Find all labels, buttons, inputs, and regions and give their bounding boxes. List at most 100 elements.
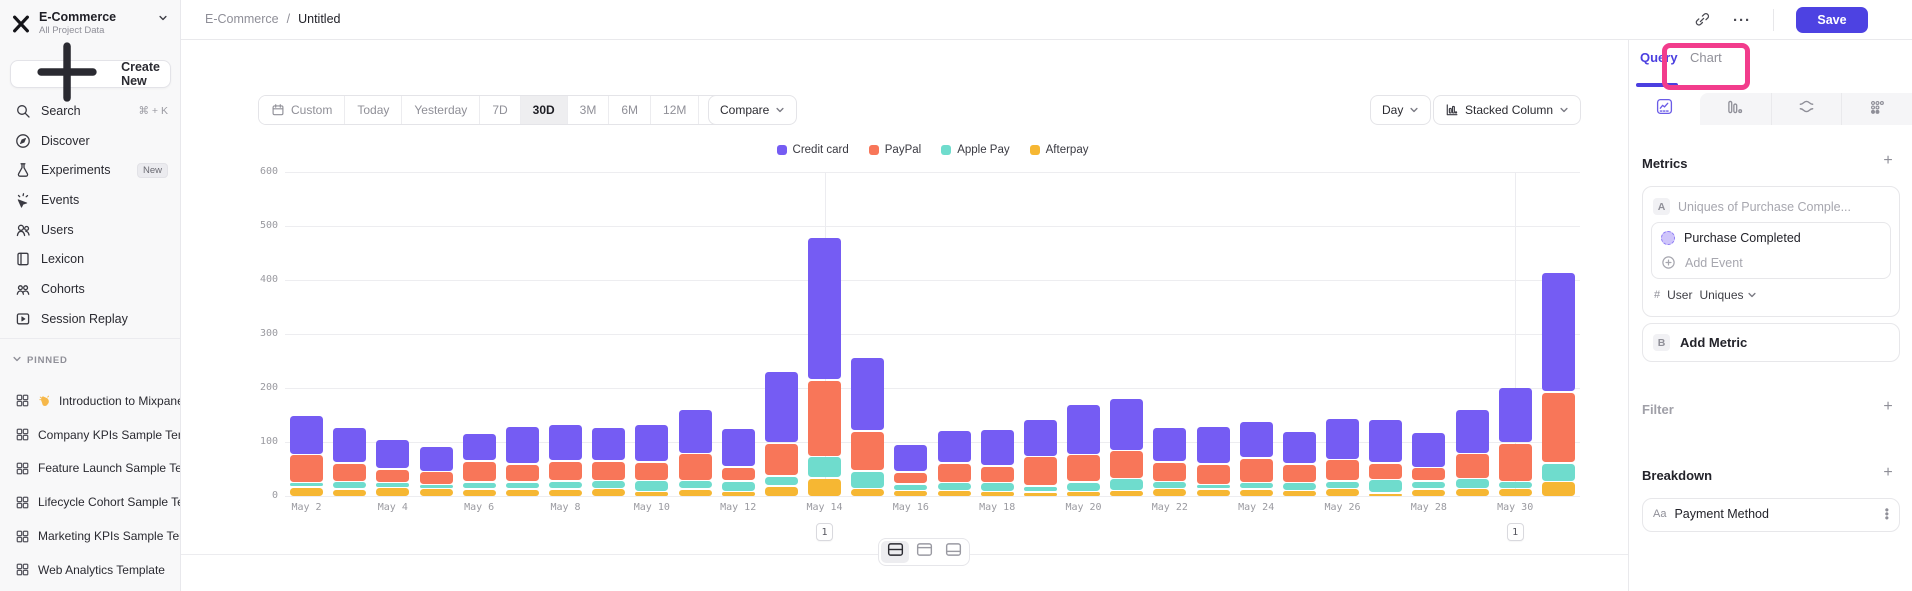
- bar-segment-paypal[interactable]: [463, 462, 496, 482]
- bar-segment-apple-pay[interactable]: [635, 481, 668, 490]
- bar-segment-paypal[interactable]: [635, 463, 668, 480]
- bar-segment-apple-pay[interactable]: [981, 483, 1014, 490]
- bar-segment-afterpay[interactable]: [506, 490, 539, 496]
- bar-segment-apple-pay[interactable]: [463, 483, 496, 489]
- date-range-30d[interactable]: 30D: [521, 96, 568, 124]
- bar-segment-paypal[interactable]: [420, 472, 453, 483]
- bar-segment-afterpay[interactable]: [376, 488, 409, 496]
- bar-segment-apple-pay[interactable]: [765, 477, 798, 485]
- bar-segment-afterpay[interactable]: [549, 490, 582, 496]
- bar-segment-credit-card[interactable]: [1153, 428, 1186, 461]
- legend-item-credit-card[interactable]: Credit card: [777, 144, 849, 156]
- bar-segment-credit-card[interactable]: [549, 425, 582, 461]
- tab-insights[interactable]: [1629, 93, 1700, 125]
- granularity-dropdown[interactable]: Day: [1370, 95, 1431, 125]
- bar-segment-paypal[interactable]: [679, 454, 712, 480]
- bar-segment-credit-card[interactable]: [1456, 410, 1489, 453]
- bar-segment-afterpay[interactable]: [420, 489, 453, 496]
- bar-segment-credit-card[interactable]: [333, 428, 366, 462]
- measure-aggregation-dropdown[interactable]: Uniques: [1699, 288, 1756, 302]
- tab-chart[interactable]: Chart: [1690, 50, 1722, 65]
- bar-segment-credit-card[interactable]: [1369, 420, 1402, 462]
- bar-segment-credit-card[interactable]: [765, 372, 798, 442]
- bar-segment-afterpay[interactable]: [1067, 492, 1100, 496]
- bar-segment-credit-card[interactable]: [679, 410, 712, 453]
- pinned-item-company-kpis-sample-templat[interactable]: Company KPIs Sample Templat: [0, 418, 180, 452]
- bar-segment-afterpay[interactable]: [1542, 482, 1575, 496]
- bar-segment-apple-pay[interactable]: [1024, 487, 1057, 491]
- bar-segment-credit-card[interactable]: [1067, 405, 1100, 454]
- bar-segment-apple-pay[interactable]: [1110, 479, 1143, 489]
- bar-segment-apple-pay[interactable]: [1067, 483, 1100, 491]
- bar-segment-paypal[interactable]: [981, 467, 1014, 482]
- bar-segment-apple-pay[interactable]: [592, 481, 625, 488]
- bar-segment-afterpay[interactable]: [1240, 490, 1273, 496]
- date-range-7d[interactable]: 7D: [480, 96, 520, 124]
- annotation-badge-may-14[interactable]: 1: [816, 523, 833, 541]
- tab-query[interactable]: Query: [1640, 50, 1678, 65]
- bar-segment-afterpay[interactable]: [1456, 489, 1489, 496]
- bar-segment-afterpay[interactable]: [938, 491, 971, 496]
- date-range-today[interactable]: Today: [345, 96, 402, 124]
- layout-table-only-toggle[interactable]: [939, 541, 967, 563]
- layout-chart-only-toggle[interactable]: [910, 541, 938, 563]
- breadcrumb-project[interactable]: E-Commerce: [205, 12, 279, 26]
- bar-segment-paypal[interactable]: [851, 432, 884, 470]
- bar-segment-afterpay[interactable]: [679, 490, 712, 496]
- legend-item-paypal[interactable]: PayPal: [869, 144, 921, 156]
- pinned-item-introduction-to-mixpanel-bo[interactable]: Introduction to Mixpanel Bo: [0, 384, 180, 418]
- bar-segment-credit-card[interactable]: [1197, 427, 1230, 463]
- date-range-yesterday[interactable]: Yesterday: [402, 96, 480, 124]
- pinned-item-lifecycle-cohort-sample-temp[interactable]: Lifecycle Cohort Sample Temp: [0, 485, 180, 519]
- bar-segment-apple-pay[interactable]: [938, 483, 971, 489]
- bar-segment-paypal[interactable]: [765, 444, 798, 476]
- bar-segment-apple-pay[interactable]: [420, 485, 453, 488]
- bar-segment-credit-card[interactable]: [506, 427, 539, 463]
- bar-segment-afterpay[interactable]: [333, 490, 366, 496]
- more-menu-button[interactable]: ···: [1733, 12, 1751, 29]
- bar-segment-afterpay[interactable]: [1412, 490, 1445, 496]
- bar-segment-paypal[interactable]: [549, 462, 582, 480]
- bar-segment-afterpay[interactable]: [1369, 494, 1402, 497]
- bar-segment-credit-card[interactable]: [1283, 432, 1316, 463]
- link-icon[interactable]: [1693, 11, 1711, 29]
- bar-segment-paypal[interactable]: [1412, 468, 1445, 480]
- bar-segment-afterpay[interactable]: [808, 479, 841, 496]
- breakdown-kebab-menu[interactable]: •••: [1885, 508, 1889, 520]
- tab-retention[interactable]: [1841, 93, 1912, 125]
- bar-segment-afterpay[interactable]: [1153, 489, 1186, 496]
- bar-segment-apple-pay[interactable]: [808, 457, 841, 477]
- bar-segment-credit-card[interactable]: [808, 238, 841, 380]
- bar-segment-apple-pay[interactable]: [722, 482, 755, 491]
- bar-segment-credit-card[interactable]: [938, 431, 971, 462]
- add-metric-plus-button[interactable]: +: [1880, 154, 1896, 168]
- bar-segment-paypal[interactable]: [808, 381, 841, 456]
- bar-segment-apple-pay[interactable]: [1412, 482, 1445, 489]
- bar-segment-afterpay[interactable]: [1110, 491, 1143, 496]
- bar-segment-afterpay[interactable]: [981, 492, 1014, 496]
- bar-segment-apple-pay[interactable]: [1369, 480, 1402, 492]
- bar-segment-credit-card[interactable]: [1024, 420, 1057, 456]
- bar-segment-afterpay[interactable]: [851, 489, 884, 496]
- bar-segment-afterpay[interactable]: [463, 490, 496, 496]
- sidebar-item-cohorts[interactable]: Cohorts: [0, 274, 180, 304]
- bar-segment-apple-pay[interactable]: [1542, 464, 1575, 481]
- sidebar-item-session-replay[interactable]: Session Replay: [0, 304, 180, 334]
- bar-segment-credit-card[interactable]: [420, 447, 453, 471]
- layout-split-toggle[interactable]: [881, 541, 909, 563]
- bar-segment-apple-pay[interactable]: [1153, 482, 1186, 488]
- bar-segment-credit-card[interactable]: [1499, 388, 1532, 442]
- bar-segment-afterpay[interactable]: [1499, 489, 1532, 496]
- legend-item-apple-pay[interactable]: Apple Pay: [941, 144, 1009, 156]
- bar-segment-credit-card[interactable]: [290, 416, 323, 454]
- create-new-button[interactable]: Create New: [10, 60, 171, 88]
- bar-segment-paypal[interactable]: [938, 464, 971, 482]
- annotation-badge-may-30[interactable]: 1: [1507, 523, 1524, 541]
- bar-segment-afterpay[interactable]: [1024, 493, 1057, 496]
- bar-segment-paypal[interactable]: [1499, 444, 1532, 481]
- compare-button[interactable]: Compare: [708, 95, 797, 125]
- bar-segment-paypal[interactable]: [1240, 459, 1273, 482]
- bar-segment-apple-pay[interactable]: [1240, 483, 1273, 488]
- bar-segment-credit-card[interactable]: [1412, 433, 1445, 467]
- sidebar-item-lexicon[interactable]: Lexicon: [0, 244, 180, 274]
